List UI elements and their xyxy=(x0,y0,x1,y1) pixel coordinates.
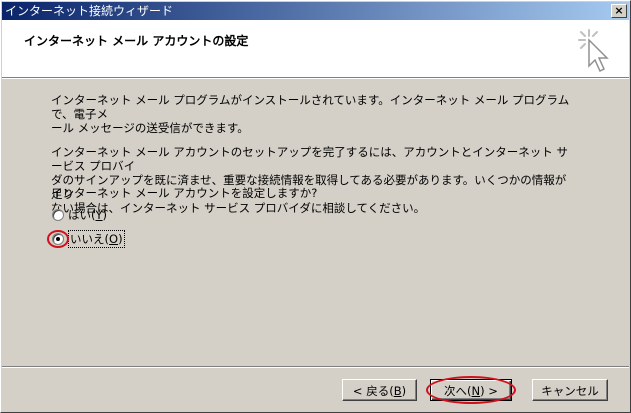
radio-yes[interactable]: はい(Y) xyxy=(52,207,107,223)
radio-no-label[interactable]: いいえ(O) xyxy=(68,230,125,248)
wizard-header: インターネット メール アカウントの設定 xyxy=(2,20,629,79)
close-button[interactable]: × xyxy=(611,4,627,18)
page-title: インターネット メール アカウントの設定 xyxy=(24,34,249,48)
radio-yes-circle[interactable] xyxy=(52,209,64,221)
description-text: インターネット メール プログラムがインストールされています。インターネット メ… xyxy=(51,93,571,225)
window-title: インターネット接続ウィザード xyxy=(5,4,174,18)
intro-paragraph: インターネット メール プログラムがインストールされています。インターネット メ… xyxy=(51,93,570,135)
close-icon: × xyxy=(614,4,624,17)
highlight-circle-next xyxy=(426,376,516,404)
cancel-button[interactable]: キャンセル xyxy=(532,379,608,401)
setup-question: インターネット メール アカウントを設定しますか? xyxy=(51,186,318,200)
radio-yes-label[interactable]: はい(Y) xyxy=(68,207,107,223)
title-bar[interactable]: インターネット接続ウィザード × xyxy=(2,2,629,20)
back-button[interactable]: < 戻る(B) xyxy=(342,379,417,401)
highlight-circle-radio xyxy=(47,230,69,248)
wizard-cursor-icon xyxy=(578,29,609,73)
requirements-paragraph: インターネット メール アカウントのセットアップを完了するには、アカウントとイン… xyxy=(51,145,568,215)
wizard-window: インターネット接続ウィザード × インターネット メール アカウントの設定 イン… xyxy=(0,0,631,413)
button-separator xyxy=(2,366,629,368)
